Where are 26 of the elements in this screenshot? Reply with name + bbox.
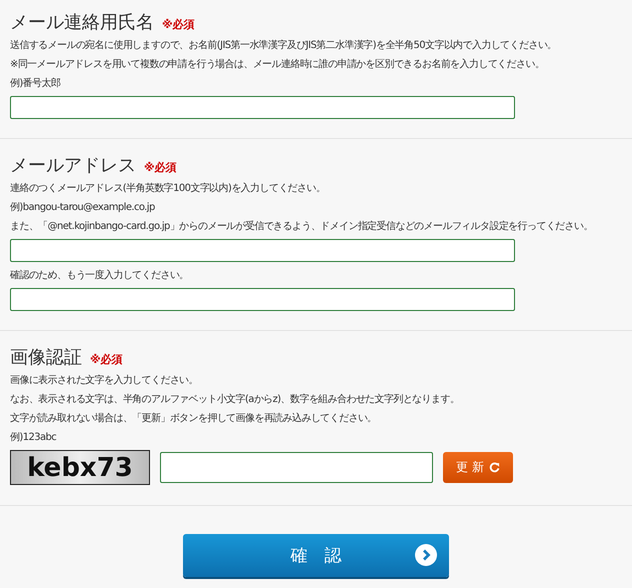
help-text: 画像に表示された文字を入力してください。 (10, 374, 200, 388)
required-label: ※必須 (162, 17, 195, 32)
section-title: メール連絡用氏名 (10, 11, 154, 34)
help-text: 例)bangou-tarou@example.co.jp (10, 201, 156, 215)
refresh-icon (488, 462, 500, 473)
help-text: 例)123abc (10, 431, 58, 445)
help-text: また、「@net.kojinbango-card.go.jp」からのメールが受信できるよう、ドメイン指定受信などのメールフィルタ設定を行ってください。 (10, 220, 594, 234)
confirm-button[interactable]: 確 認 (183, 534, 449, 577)
captcha-image: kebx73 (10, 450, 150, 485)
section-title: メールアドレス (10, 154, 136, 177)
input-field[interactable] (10, 96, 515, 119)
help-text: 確認のため、もう一度入力してください。 (10, 269, 190, 283)
help-text: 送信するメールの宛名に使用しますので、お名前(JIS第一水準漢字及びJIS第二水準漢字)を全半角50文字以内で入力してください。 (10, 39, 558, 53)
captcha-input-field[interactable] (160, 452, 433, 483)
help-text: 連絡のつくメールアドレス(半角英数字100文字以内)を入力してください。 (10, 182, 326, 196)
section-title: 画像認証 (10, 346, 82, 369)
input-field[interactable] (10, 239, 515, 262)
help-text: ※同一メールアドレスを用いて複数の申請を行う場合は、メール連絡時に誰の申請かを区別できるお名前を入力してください。 (10, 58, 546, 72)
required-label: ※必須 (90, 352, 123, 367)
arrow-right-icon (415, 544, 437, 566)
help-text: 文字が読み取れない場合は、「更新」ボタンを押して画像を再読み込みしてください。 (10, 412, 378, 426)
refresh-button[interactable]: 更 新 (443, 452, 513, 483)
required-label: ※必須 (144, 160, 177, 175)
help-text: 例)番号太郎 (10, 77, 62, 91)
input-field[interactable] (10, 288, 515, 311)
help-text: なお、表示される文字は、半角のアルファベット小文字(aからz)、数字を組み合わせた文字列となります。 (10, 393, 460, 407)
